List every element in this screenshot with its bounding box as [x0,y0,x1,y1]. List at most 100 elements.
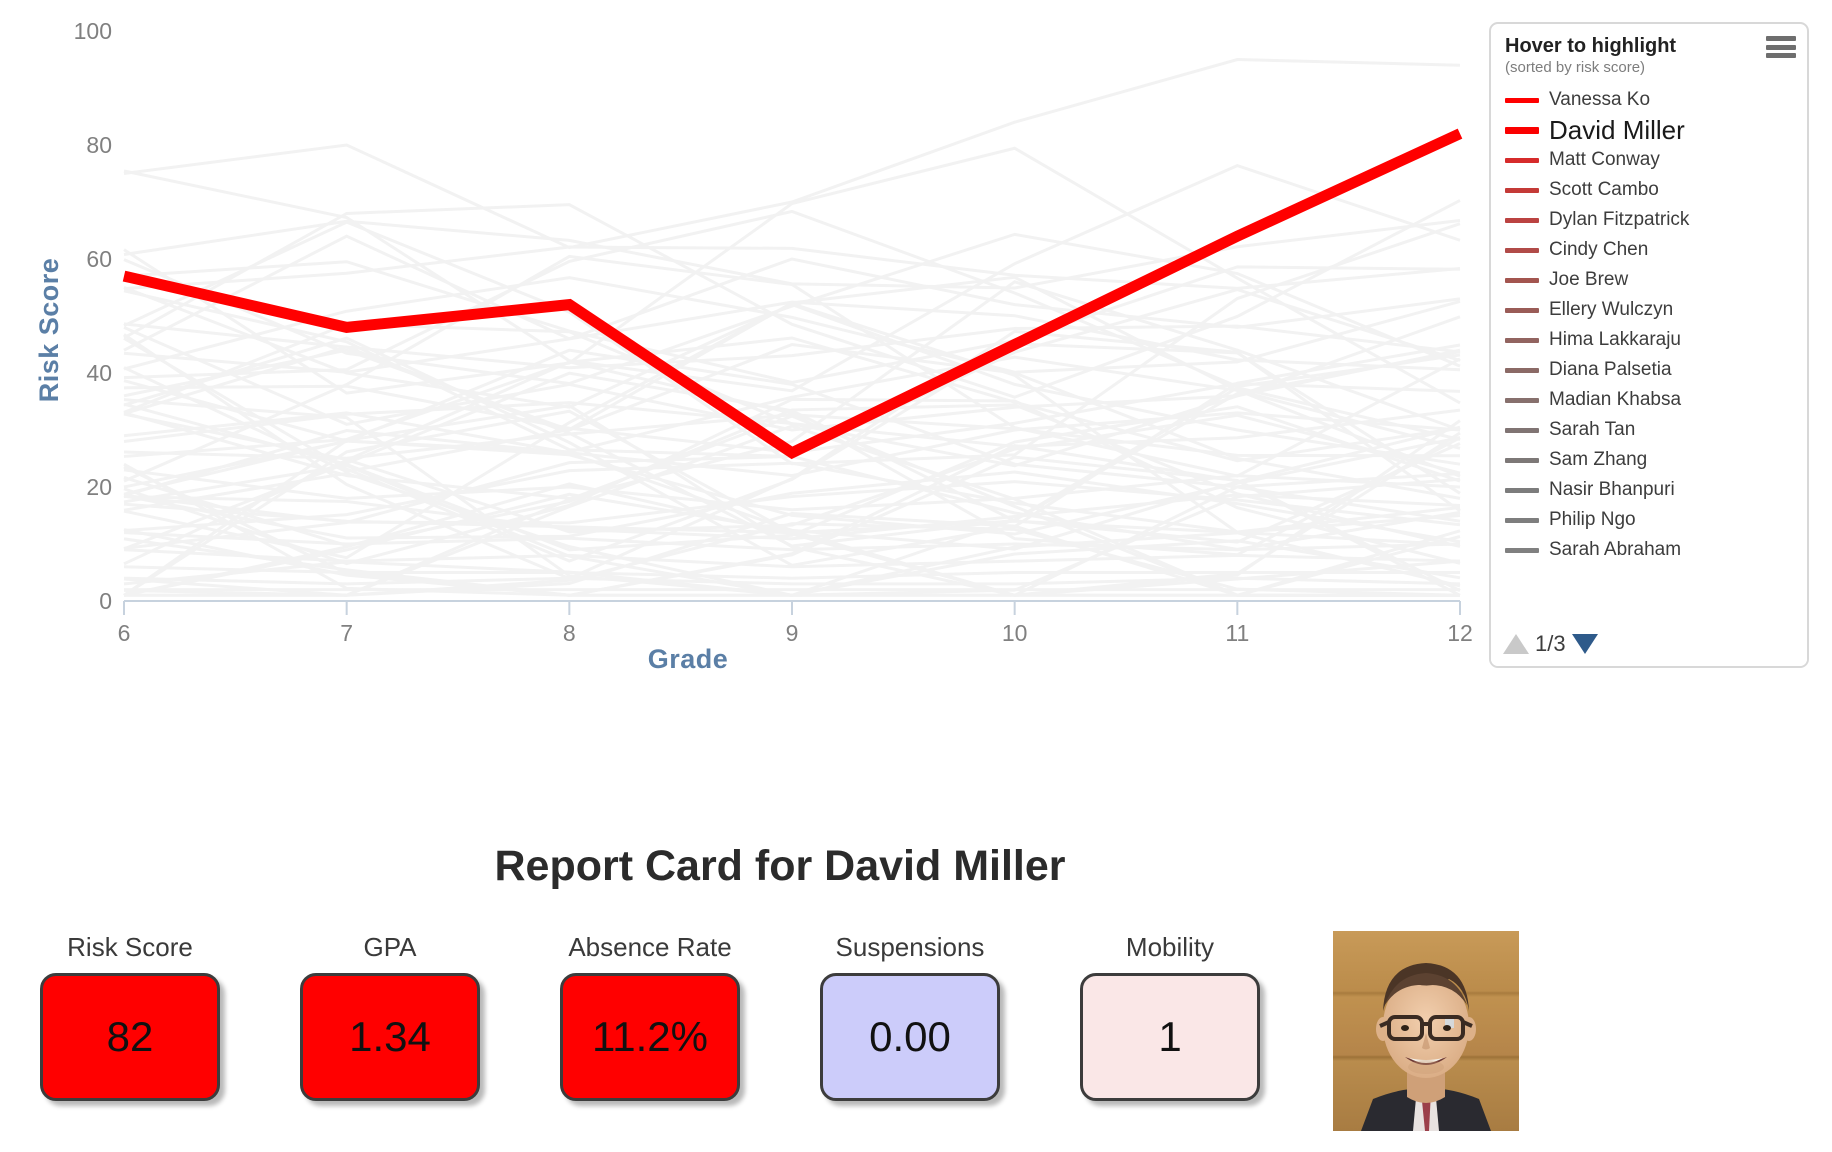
metric-label: GPA [363,932,417,962]
metric-label: Mobility [1125,932,1215,962]
legend-color-swatch [1505,277,1539,283]
y-axis-title: Risk Score [34,258,64,403]
x-tick-label: 8 [563,620,576,646]
legend-item[interactable]: Nasir Bhanpuri [1505,475,1807,505]
legend-color-swatch [1505,337,1539,343]
x-tick-label: 12 [1447,620,1473,646]
legend-item-label: Sam Zhang [1549,449,1648,470]
legend-item-label: Cindy Chen [1549,239,1649,260]
triangle-down-icon[interactable] [1571,634,1598,654]
legend-item[interactable]: Vanessa Ko [1505,85,1807,115]
legend-color-swatch [1505,247,1539,253]
legend-item[interactable]: Julius Adebayo [1505,565,1807,567]
legend-color-swatch [1505,367,1539,373]
legend-item[interactable]: Sarah Tan [1505,415,1807,445]
highlighted-line-david-miller[interactable] [122,128,1463,460]
hamburger-bar-1 [1766,36,1796,41]
metric-label: Absence Rate [568,932,732,962]
y-axis-tick-labels: 0 20 40 60 80 100 [74,18,112,614]
legend-color-swatch [1505,157,1539,163]
legend-item-label: Vanessa Ko [1549,89,1651,110]
legend-subtitle: (sorted by risk score) [1505,59,1646,76]
y-tick-label: 100 [74,18,112,44]
legend-item-list[interactable]: Vanessa Ko David Miller Matt Conway Scott C… [1491,85,1807,567]
legend-color-swatch [1505,126,1539,134]
highlighted-series-line[interactable] [122,128,1463,460]
hamburger-menu-icon[interactable] [1766,36,1796,58]
legend-item[interactable]: Ellery Wulczyn [1505,295,1807,325]
x-tick-label: 6 [118,620,131,646]
metric-value: 82 [106,1013,154,1060]
legend-item-label: Madian Khabsa [1549,389,1682,410]
legend-item-label: Sarah Abraham [1549,539,1682,560]
metric-cards-row: Risk Score 82 GPA 1.34 Absence Rate 11.2% Susp… [0,932,1300,1152]
legend-item[interactable]: David Miller [1505,115,1807,145]
legend-item[interactable]: Sam Zhang [1505,445,1807,475]
legend-item[interactable]: Cindy Chen [1505,235,1807,265]
legend-item[interactable]: Dylan Fitzpatrick [1505,205,1807,235]
background-series-line [124,414,1460,597]
student-portrait-image [1333,931,1519,1131]
legend-header: Hover to highlight (sorted by risk score… [1491,24,1807,76]
legend-item-label: Joe Brew [1549,269,1629,290]
legend-item[interactable]: Sarah Abraham [1505,535,1807,565]
metric-value: 0.00 [869,1013,951,1060]
legend-item-label: David Miller [1549,114,1685,145]
legend-title: Hover to highlight [1505,35,1677,57]
metric-card: GPA 1.34 [260,932,520,1152]
legend-item[interactable]: Philip Ngo [1505,505,1807,535]
report-card-title: Report Card for David Miller [494,842,1066,890]
background-series-line [123,480,1461,527]
metric-value-box: 0.00 [820,973,1000,1101]
y-tick-label: 60 [86,246,112,272]
metric-label: Suspensions [835,932,985,962]
y-tick-label: 0 [99,588,112,614]
y-tick-label: 40 [86,360,112,386]
metric-card: Risk Score 82 [0,932,260,1152]
legend-item-label: Scott Cambo [1549,179,1659,200]
legend-color-swatch [1505,517,1539,523]
metric-value: 1.34 [349,1013,431,1060]
metric-value-box: 11.2% [560,973,740,1101]
legend-panel[interactable]: Hover to highlight (sorted by risk score… [1489,22,1809,668]
legend-color-swatch [1505,217,1539,223]
y-tick-label: 20 [86,474,112,500]
legend-color-swatch [1505,487,1539,493]
metric-value-box: 82 [40,973,220,1101]
legend-item[interactable]: Madian Khabsa [1505,385,1807,415]
legend-color-swatch [1505,427,1539,433]
legend-item[interactable]: Diana Palsetia [1505,355,1807,385]
x-axis-ticks: 6 7 8 9 10 11 12 [118,601,1473,646]
hamburger-bar-2 [1766,44,1796,50]
legend-page-indicator: 1/3 [1535,631,1566,656]
y-tick-label: 80 [86,132,112,158]
legend-item-label: Nasir Bhanpuri [1549,479,1675,500]
metric-value: 11.2% [592,1013,708,1060]
legend-item[interactable]: Scott Cambo [1505,175,1807,205]
legend-color-swatch [1505,397,1539,403]
legend-item[interactable]: Matt Conway [1505,145,1807,175]
legend-item-label: Diana Palsetia [1549,359,1672,380]
legend-color-swatch [1505,97,1539,103]
background-series-line [123,288,1461,459]
metric-card: Absence Rate 11.2% [520,932,780,1152]
legend-item-label: Ellery Wulczyn [1549,299,1674,320]
legend-color-swatch [1505,547,1539,553]
legend-item-label: Philip Ngo [1549,509,1636,530]
legend-item[interactable]: Hima Lakkaraju [1505,325,1807,355]
x-tick-label: 9 [786,620,799,646]
legend-item-label: Dylan Fitzpatrick [1549,209,1690,230]
metric-card: Suspensions 0.00 [780,932,1040,1152]
legend-item[interactable]: Joe Brew [1505,265,1807,295]
legend-pager[interactable]: 1/3 [1491,627,1807,666]
metric-value-box: 1 [1080,973,1260,1101]
legend-color-swatch [1505,307,1539,313]
hamburger-bar-3 [1766,53,1796,58]
triangle-up-icon[interactable] [1503,634,1529,654]
legend-color-swatch [1505,187,1539,193]
legend-item-label: Matt Conway [1549,149,1660,170]
metric-card: Mobility 1 [1040,932,1300,1152]
student-photo [1333,931,1519,1131]
metric-label: Risk Score [67,932,193,962]
x-tick-label: 10 [1002,620,1028,646]
